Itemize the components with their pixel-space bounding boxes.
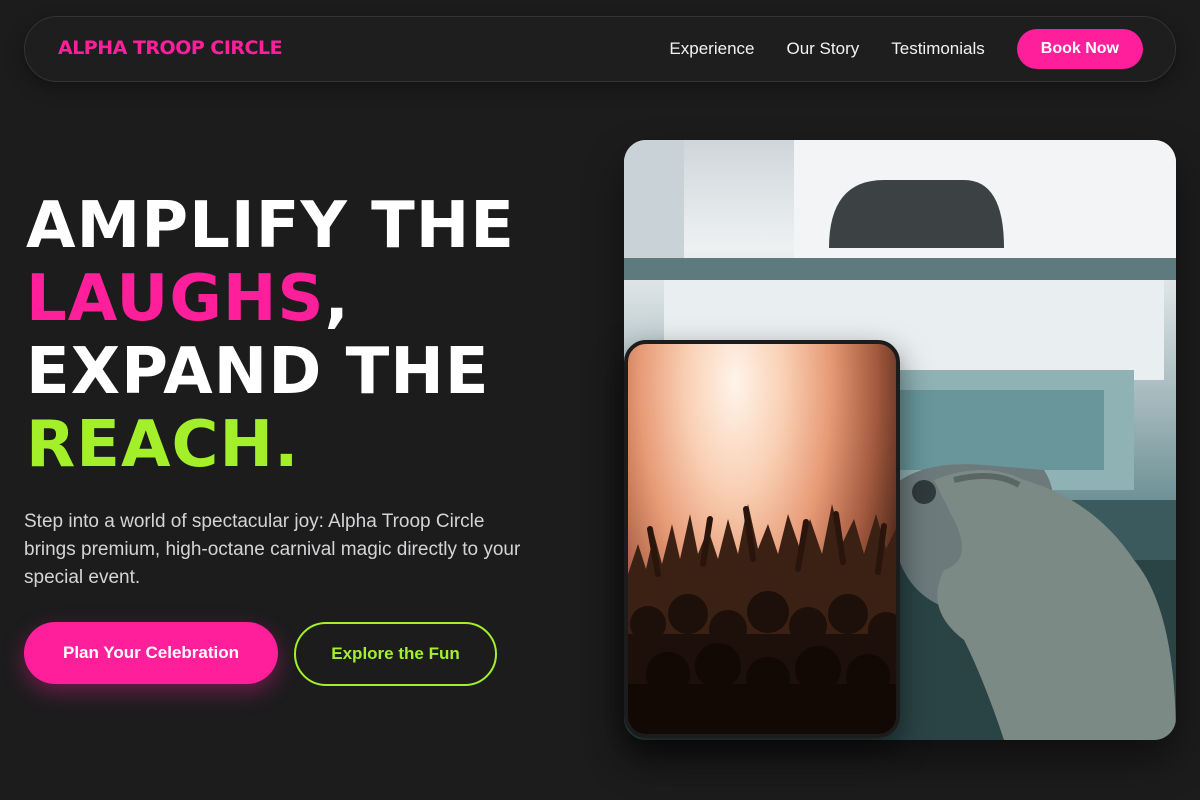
hero-subtext: Step into a world of spectacular joy: Al… <box>24 511 521 588</box>
concert-crowd-illustration <box>628 504 896 734</box>
headline-line-3: EXPAND THE <box>26 335 490 409</box>
headline-line-1: AMPLIFY THE <box>26 189 515 263</box>
brand-logo[interactable]: ALPHA TROOP CIRCLE <box>58 37 283 59</box>
headline-comma: , <box>324 262 350 336</box>
nav-links: Experience Our Story Testimonials Book N… <box>669 29 1143 69</box>
headline-highlight-reach: REACH. <box>26 408 300 482</box>
concert-crowd-photo <box>624 340 900 738</box>
hero-headline: AMPLIFY THE LAUGHS, EXPAND THE REACH. <box>26 190 586 482</box>
explore-fun-button[interactable]: Explore the Fun <box>294 622 497 686</box>
book-now-button[interactable]: Book Now <box>1016 29 1143 69</box>
plan-celebration-button[interactable]: Plan Your Celebration <box>24 622 278 684</box>
nav-link-our-story[interactable]: Our Story <box>786 39 859 59</box>
nav-link-testimonials[interactable]: Testimonials <box>891 39 985 59</box>
nav-link-experience[interactable]: Experience <box>669 39 754 59</box>
headline-line-2: LAUGHS, <box>26 263 586 336</box>
top-navbar: ALPHA TROOP CIRCLE Experience Our Story … <box>24 16 1176 82</box>
headline-highlight-laughs: LAUGHS <box>26 262 325 336</box>
